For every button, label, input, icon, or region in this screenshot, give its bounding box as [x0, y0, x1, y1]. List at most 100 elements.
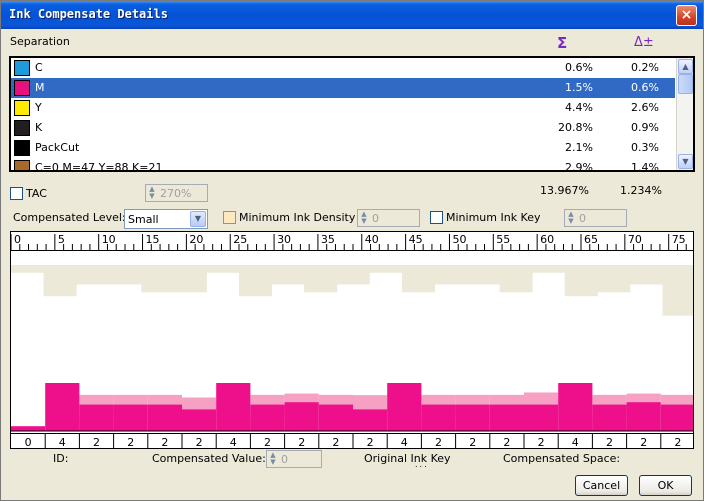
- upper-bar: [11, 265, 45, 273]
- ruler-label: 30: [277, 233, 291, 246]
- min-ink-density-label: Minimum Ink Density: [239, 211, 356, 224]
- total-delta-value: 1.234%: [620, 184, 662, 197]
- separation-row[interactable]: C 0.6% 0.2%: [11, 58, 675, 78]
- close-button[interactable]: ×: [676, 5, 697, 26]
- ink-key-value: 2: [161, 436, 168, 449]
- min-ink-key-label: Minimum Ink Key: [446, 211, 541, 224]
- upper-bar: [206, 265, 240, 273]
- separation-row[interactable]: M 1.5% 0.6%: [11, 78, 675, 98]
- separation-name: M: [35, 81, 45, 94]
- upper-bar: [629, 265, 663, 285]
- separation-sum-value: 2.1%: [565, 141, 593, 154]
- separation-row[interactable]: C=0 M=47 Y=88 K=21 2.9% 1.4%: [11, 158, 675, 172]
- ink-bar: [79, 404, 114, 431]
- ruler-label: 70: [628, 233, 642, 246]
- ink-key-value: 2: [264, 436, 271, 449]
- upper-bar: [108, 265, 142, 285]
- ink-key-value: 2: [298, 436, 305, 449]
- upper-bar: [564, 265, 598, 297]
- ink-bar: [387, 383, 422, 431]
- separation-name: C=0 M=47 Y=88 K=21: [35, 161, 163, 172]
- upper-bar: [239, 265, 273, 297]
- upper-bar: [467, 265, 501, 285]
- upper-bar: [434, 265, 468, 285]
- upper-bar: [304, 265, 338, 293]
- ink-key-chart[interactable]: [10, 251, 694, 433]
- ruler-label: 0: [14, 233, 21, 246]
- ink-key-value: 2: [538, 436, 545, 449]
- ink-key-value: 2: [469, 436, 476, 449]
- compensated-level-label: Compensated Level:: [13, 211, 126, 224]
- compensated-level-select[interactable]: Small ▼: [124, 209, 208, 229]
- separation-sum-value: 20.8%: [558, 121, 593, 134]
- separation-row[interactable]: PackCut 2.1% 0.3%: [11, 138, 675, 158]
- separation-sum-value: 1.5%: [565, 81, 593, 94]
- ink-key-value: 2: [196, 436, 203, 449]
- ruler-label: 60: [540, 233, 554, 246]
- upper-bar: [499, 265, 533, 293]
- ink-bar: [182, 409, 217, 431]
- ink-swatch: [14, 160, 30, 170]
- spinner-arrows-icon: ▲ ▼: [568, 210, 574, 225]
- ink-key-value: 4: [572, 436, 579, 449]
- delta-icon[interactable]: Δ±: [634, 35, 654, 50]
- min-ink-density-checkbox[interactable]: [223, 211, 236, 224]
- cancel-button[interactable]: Cancel: [575, 475, 628, 496]
- ink-key-value: 4: [401, 436, 408, 449]
- separation-row[interactable]: K 20.8% 0.9%: [11, 118, 675, 138]
- sum-icon[interactable]: Σ: [557, 34, 567, 52]
- scroll-down-button[interactable]: ▼: [678, 154, 693, 169]
- tac-spinner[interactable]: ▲ ▼ 270%: [145, 184, 208, 202]
- total-sum-value: 13.967%: [540, 184, 589, 197]
- ink-bar: [353, 409, 388, 431]
- chevron-down-icon[interactable]: ▼: [190, 211, 206, 227]
- compensated-level-value: Small: [128, 213, 159, 226]
- original-ink-key-value: ...: [415, 460, 429, 469]
- min-ink-key-value: 0: [579, 212, 586, 225]
- ink-key-value: 2: [435, 436, 442, 449]
- separation-list[interactable]: C 0.6% 0.2% M 1.5% 0.6% Y 4.4% 2.6% K 20.8% 0.9% Pac…: [9, 56, 695, 172]
- ruler-label: 35: [321, 233, 335, 246]
- ink-bar: [489, 404, 524, 431]
- upper-bar: [597, 265, 631, 293]
- ink-key-values-row: 0 4 2 2 2 2 4 2 2 2 2 4 2 2 2 2 4 2 2 2: [10, 433, 694, 449]
- ink-bar: [284, 402, 319, 431]
- min-ink-key-spinner[interactable]: ▲ ▼ 0: [564, 209, 627, 227]
- upper-bar: [369, 265, 403, 273]
- ink-key-value: 2: [606, 436, 613, 449]
- ruler-label: 40: [365, 233, 379, 246]
- ink-key-value: 2: [332, 436, 339, 449]
- ink-swatch: [14, 100, 30, 116]
- min-ink-density-spinner[interactable]: ▲ ▼ 0: [357, 209, 420, 227]
- min-ink-key-checkbox[interactable]: [430, 211, 443, 224]
- ink-bar: [216, 383, 251, 431]
- upper-bar: [662, 265, 693, 316]
- upper-bar: [401, 265, 435, 293]
- list-scrollbar[interactable]: ▲ ▼: [676, 58, 693, 170]
- upper-bar: [271, 265, 305, 285]
- title-bar: Ink Compensate Details ×: [1, 1, 703, 29]
- ruler-label: 50: [452, 233, 466, 246]
- separation-row[interactable]: Y 4.4% 2.6%: [11, 98, 675, 118]
- ink-key-value: 2: [367, 436, 374, 449]
- upper-bar: [141, 265, 175, 293]
- separation-delta-value: 1.4%: [631, 161, 659, 172]
- ink-bar: [626, 402, 661, 431]
- compensated-value: 0: [281, 453, 288, 466]
- compensated-value-spinner[interactable]: ▲ ▼ 0: [266, 450, 322, 468]
- ink-swatch: [14, 80, 30, 96]
- ruler-label: 15: [146, 233, 160, 246]
- ink-bar: [11, 426, 46, 431]
- ink-bar: [660, 404, 693, 431]
- tac-checkbox[interactable]: [10, 187, 23, 200]
- ink-key-value: 2: [640, 436, 647, 449]
- ink-key-value: 2: [674, 436, 681, 449]
- scroll-up-button[interactable]: ▲: [678, 59, 693, 74]
- separation-name: C: [35, 61, 43, 74]
- separation-name: PackCut: [35, 141, 80, 154]
- ink-bar: [524, 404, 559, 431]
- ink-bar: [455, 404, 490, 431]
- scroll-thumb[interactable]: [678, 74, 693, 94]
- separation-delta-value: 0.2%: [631, 61, 659, 74]
- ok-button[interactable]: OK: [639, 475, 692, 496]
